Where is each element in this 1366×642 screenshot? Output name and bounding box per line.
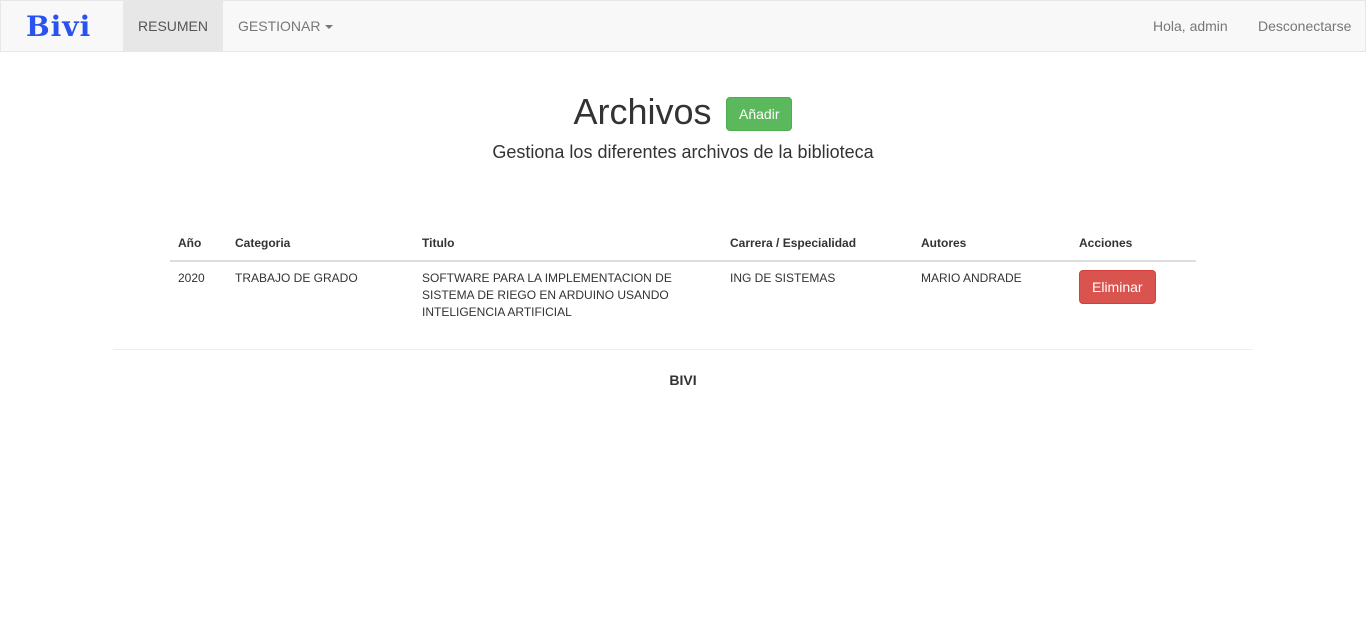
brand-logo[interactable]: Bivi [26, 10, 91, 44]
table-header-row: Año Categoria Titulo Carrera / Especiali… [170, 226, 1196, 262]
footer-text: BIVI [669, 372, 697, 388]
add-button[interactable]: Añadir [726, 97, 793, 131]
cell-actions: Eliminar [1071, 260, 1196, 329]
column-header-career: Carrera / Especialidad [722, 226, 913, 262]
user-greeting[interactable]: Hola, admin [1138, 1, 1243, 51]
cell-career: ING DE SISTEMAS [722, 260, 913, 329]
nav-item-gestionar-label: GESTIONAR [238, 18, 321, 34]
column-header-actions: Acciones [1071, 226, 1196, 262]
navbar: Bivi RESUMEN GESTIONAR Hola, admin Desco… [0, 0, 1366, 52]
page-subtitle: Gestiona los diferentes archivos de la b… [492, 142, 874, 162]
files-table: Año Categoria Titulo Carrera / Especiali… [170, 226, 1196, 329]
divider [113, 349, 1253, 350]
cell-year: 2020 [170, 260, 227, 329]
logout-link[interactable]: Desconectarse [1243, 1, 1366, 51]
cell-title: SOFTWARE PARA LA IMPLEMENTACION DE SISTE… [414, 260, 722, 329]
nav-item-resumen[interactable]: RESUMEN [123, 1, 223, 51]
column-header-title: Titulo [414, 226, 722, 262]
caret-down-icon [325, 25, 334, 30]
column-header-year: Año [170, 226, 227, 262]
page-header: Archivos Añadir [0, 88, 1366, 136]
cell-category: TRABAJO DE GRADO [227, 260, 414, 329]
nav-item-gestionar[interactable]: GESTIONAR [223, 1, 348, 51]
cell-authors: MARIO ANDRADE [913, 260, 1071, 329]
page-title: Archivos [573, 91, 712, 132]
column-header-category: Categoria [227, 226, 414, 262]
table-row: 2020 TRABAJO DE GRADO SOFTWARE PARA LA I… [170, 260, 1196, 329]
column-header-authors: Autores [913, 226, 1071, 262]
delete-button[interactable]: Eliminar [1079, 270, 1156, 304]
